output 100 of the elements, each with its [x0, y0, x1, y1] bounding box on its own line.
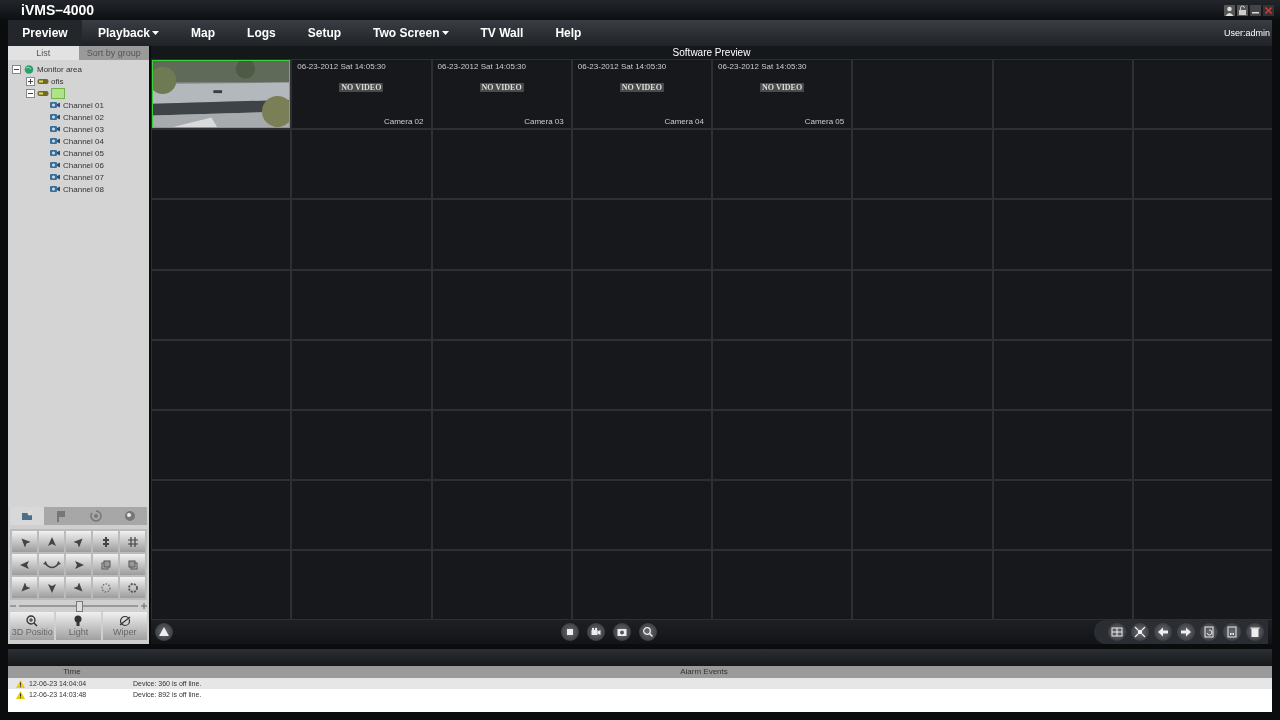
video-tile[interactable]	[572, 481, 711, 550]
video-tile[interactable]	[292, 200, 431, 269]
toolbar-button[interactable]	[1177, 623, 1195, 642]
video-tile[interactable]	[572, 340, 711, 409]
video-tile[interactable]	[1133, 270, 1272, 339]
toolbar-button[interactable]	[560, 623, 579, 642]
video-tile[interactable]	[1133, 130, 1272, 199]
video-tile[interactable]	[152, 551, 291, 620]
video-tile[interactable]	[853, 410, 992, 480]
video-tile[interactable]	[1133, 340, 1272, 409]
user-icon[interactable]	[1224, 4, 1235, 16]
slider-thumb[interactable]	[75, 600, 83, 612]
tree-item[interactable]: Channel 04	[63, 136, 104, 146]
video-tile[interactable]	[572, 130, 711, 199]
video-tile[interactable]	[292, 551, 431, 620]
video-tile[interactable]	[572, 270, 711, 339]
video-tile[interactable]: 06-23-2012 Sat 14:05:30 NO VIDEO Camera 02	[292, 60, 431, 129]
collapse-icon[interactable]	[12, 64, 21, 74]
video-tile[interactable]	[993, 130, 1132, 199]
video-tile[interactable]	[993, 410, 1132, 480]
ptz-button[interactable]	[120, 554, 145, 575]
video-tile[interactable]	[993, 481, 1132, 550]
video-tile[interactable]	[432, 481, 571, 550]
video-tile[interactable]	[713, 551, 852, 620]
collapse-icon[interactable]	[26, 88, 35, 98]
video-tile[interactable]	[853, 481, 992, 550]
video-tile[interactable]	[853, 270, 992, 339]
tree-item[interactable]: Channel 08	[63, 184, 104, 194]
minimize-icon[interactable]	[1250, 4, 1261, 16]
video-tile[interactable]	[292, 130, 431, 199]
menu-tab[interactable]: Playback	[82, 20, 176, 46]
tree-item[interactable]: Channel 07	[63, 172, 104, 182]
video-tile[interactable]: 06-23-2012 Sat 14:05:30 NO VIDEO Camera 03	[432, 60, 571, 129]
video-tile[interactable]	[993, 270, 1132, 339]
video-tile[interactable]	[152, 410, 291, 480]
ptz-tab[interactable]	[10, 507, 45, 525]
ptz-button[interactable]	[12, 577, 37, 598]
video-tile[interactable]	[152, 200, 291, 269]
ptz-button[interactable]	[39, 554, 64, 575]
video-tile[interactable]	[152, 130, 291, 199]
video-tile[interactable]	[713, 410, 852, 480]
tree-item[interactable]: Channel 03	[63, 124, 104, 134]
ptz-button[interactable]	[93, 531, 118, 552]
toolbar-button[interactable]	[1223, 623, 1241, 642]
toolbar-button[interactable]	[1108, 623, 1126, 642]
video-tile[interactable]	[853, 130, 992, 199]
video-tile[interactable]	[713, 481, 852, 550]
video-tile[interactable]	[292, 270, 431, 339]
ptz-button[interactable]	[39, 577, 64, 598]
ptz-button[interactable]	[66, 554, 91, 575]
video-tile[interactable]	[853, 551, 992, 620]
toolbar-button[interactable]	[1131, 623, 1149, 642]
tree-item[interactable]: Channel 01	[63, 100, 104, 110]
video-tile[interactable]	[1133, 551, 1272, 620]
toolbar-button[interactable]	[1246, 623, 1264, 642]
menu-tab[interactable]: Two Screen	[357, 20, 465, 46]
video-tile[interactable]	[1133, 200, 1272, 269]
menu-tab[interactable]: Logs	[231, 20, 292, 46]
video-tile[interactable]	[853, 200, 992, 269]
video-tile[interactable]	[1133, 481, 1272, 550]
video-tile[interactable]: 06-23-2012 Sat 14:05:30 NO VIDEO Camera 05	[713, 60, 852, 129]
video-tile[interactable]	[292, 481, 431, 550]
ptz-button[interactable]	[66, 577, 91, 598]
toolbar-button[interactable]	[1200, 623, 1218, 642]
video-tile[interactable]	[572, 551, 711, 620]
expand-icon[interactable]	[26, 76, 35, 86]
video-tile[interactable]	[432, 551, 571, 620]
toolbar-button[interactable]	[1154, 623, 1172, 642]
video-tile[interactable]	[152, 340, 291, 409]
tree-item[interactable]: Channel 06	[63, 160, 104, 170]
video-tile[interactable]	[572, 410, 711, 480]
video-tile[interactable]	[993, 340, 1132, 409]
ptz-tab[interactable]	[112, 507, 147, 525]
selection-highlight[interactable]	[51, 87, 65, 99]
video-tile[interactable]	[432, 340, 571, 409]
ptz-button[interactable]	[12, 554, 37, 575]
video-tile[interactable]	[1133, 410, 1272, 480]
video-tile[interactable]	[292, 410, 431, 480]
close-icon[interactable]	[1263, 4, 1274, 16]
menu-tab[interactable]: Map	[175, 20, 232, 46]
tree-item[interactable]: ofis	[51, 76, 64, 86]
video-tile[interactable]	[993, 551, 1132, 620]
sidebar-tab[interactable]: List	[8, 46, 79, 60]
toolbar-button[interactable]	[586, 623, 605, 642]
ptz-button[interactable]	[120, 531, 145, 552]
toolbar-button[interactable]	[155, 623, 173, 642]
video-tile[interactable]	[432, 270, 571, 339]
ptz-button[interactable]	[39, 531, 64, 552]
video-tile[interactable]	[152, 270, 291, 339]
menu-tab[interactable]: Preview	[8, 20, 82, 46]
toolbar-button[interactable]	[638, 623, 657, 642]
video-tile[interactable]	[432, 200, 571, 269]
lock-icon[interactable]	[1237, 4, 1248, 16]
video-tile[interactable]	[853, 340, 992, 409]
toolbar-button[interactable]	[612, 623, 631, 642]
menu-tab[interactable]: Help	[539, 20, 598, 46]
video-tile[interactable]	[993, 60, 1132, 129]
video-tile[interactable]	[572, 200, 711, 269]
video-tile[interactable]	[1133, 60, 1272, 129]
video-tile[interactable]	[432, 410, 571, 480]
